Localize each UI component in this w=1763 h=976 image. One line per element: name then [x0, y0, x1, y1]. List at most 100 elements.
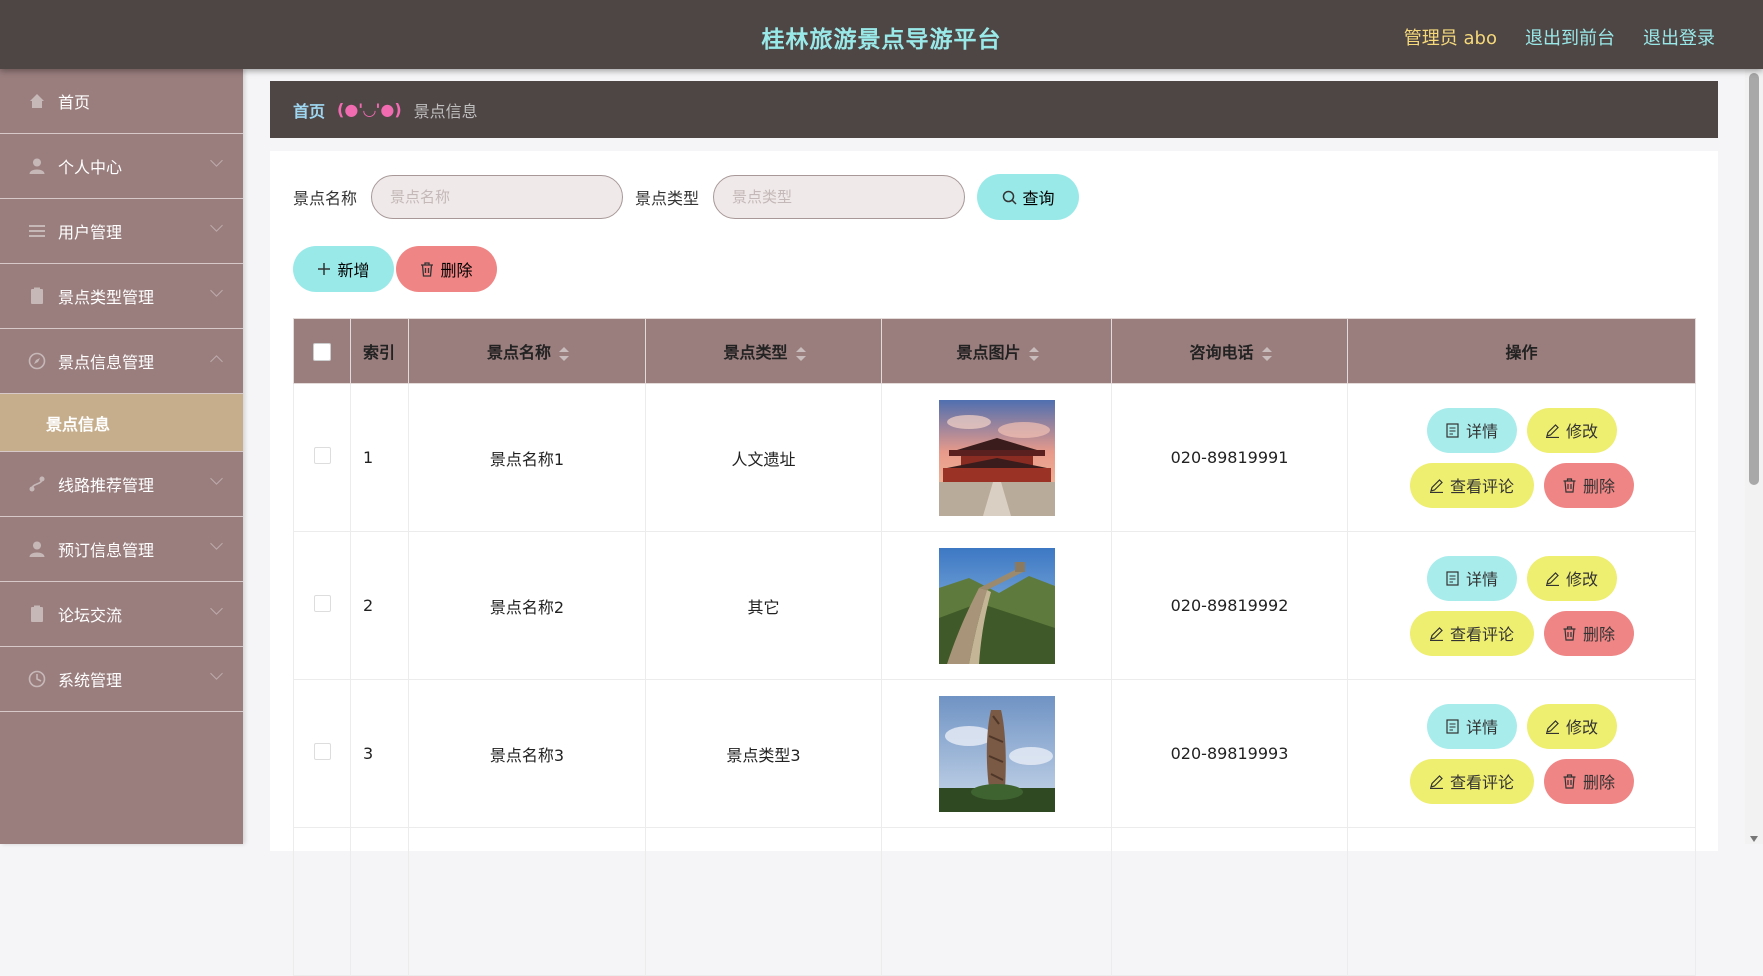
pencil-icon — [1429, 478, 1443, 493]
top-links: 管理员 abo 退出到前台 退出登录 — [1404, 24, 1715, 50]
query-button[interactable]: 查询 — [977, 174, 1080, 220]
edit-button[interactable]: 修改 — [1526, 555, 1617, 601]
row-index: 1 — [350, 383, 409, 532]
sidebar-item-booking-management[interactable]: 预订信息管理 — [0, 517, 243, 582]
sidebar-item-label: 景点信息管理 — [58, 353, 155, 372]
table-row: 2 景点名称2 其它 020-89819992 详情 修改 查看评论 删除 — [293, 531, 1696, 680]
breadcrumb-home[interactable]: 首页 — [293, 98, 325, 122]
sidebar-item-label: 预订信息管理 — [58, 541, 155, 560]
select-all-checkbox[interactable] — [313, 342, 331, 361]
compass-icon — [28, 352, 46, 370]
view-comments-button[interactable]: 查看评论 — [1409, 462, 1534, 508]
row-phone: 020-89819993 — [1111, 679, 1348, 828]
palace-photo — [938, 399, 1055, 516]
header-operations: 操作 — [1347, 318, 1696, 384]
row-select-cell — [293, 679, 351, 828]
stone-pillar-photo — [938, 695, 1055, 812]
sidebar-item-label: 景点类型管理 — [58, 288, 155, 307]
add-button-label: 新增 — [337, 263, 370, 280]
view-comments-label: 查看评论 — [1449, 479, 1514, 496]
table-row: 1 景点名称1 人文遗址 020-89819991 详情 修改 查看评论 删除 — [293, 383, 1696, 532]
edit-label: 修改 — [1565, 572, 1598, 589]
sort-icon[interactable] — [559, 346, 569, 361]
breadcrumb-separator-emoticon: (●'◡'●) — [337, 100, 402, 119]
sidebar-item-forum[interactable]: 论坛交流 — [0, 582, 243, 647]
trash-icon — [1563, 625, 1576, 641]
edit-label: 修改 — [1565, 424, 1598, 441]
sidebar: 首页 个人中心 用户管理 景点类型管理 景点信息管理 景点信息 线路推荐管理 预… — [0, 69, 243, 844]
row-scenic-name: 景点名称1 — [408, 383, 646, 532]
header-label: 咨询电话 — [1189, 343, 1254, 362]
sort-icon[interactable] — [795, 346, 806, 361]
view-comments-label: 查看评论 — [1449, 627, 1514, 644]
row-scenic-type: 其它 — [645, 531, 882, 680]
row-image-cell — [881, 383, 1112, 532]
sidebar-item-route-recommend-management[interactable]: 线路推荐管理 — [0, 452, 243, 517]
chevron-down-icon — [210, 154, 223, 167]
back-to-front-link[interactable]: 退出到前台 — [1525, 24, 1615, 50]
logout-link[interactable]: 退出登录 — [1643, 24, 1715, 50]
table-header-row: 索引 景点名称 景点类型 景点图片 咨询电话 操作 — [293, 318, 1696, 384]
sidebar-item-label: 线路推荐管理 — [58, 476, 155, 495]
row-operations-cell — [1347, 827, 1696, 976]
sidebar-subitem-scenic-info[interactable]: 景点信息 — [0, 394, 243, 452]
delete-button[interactable]: 删除 — [1543, 610, 1634, 656]
query-button-label: 查询 — [1022, 191, 1055, 208]
chevron-down-icon — [210, 284, 223, 297]
row-scenic-type — [645, 827, 882, 976]
scroll-down-arrow-icon[interactable] — [1750, 836, 1758, 842]
table-row: 3 景点名称3 景点类型3 020-89819993 详情 修改 查看评论 删除 — [293, 679, 1696, 828]
detail-button[interactable]: 详情 — [1426, 555, 1517, 601]
header-label: 景点类型 — [723, 343, 788, 362]
search-form: 景点名称 景点类型 查询 — [293, 174, 1080, 220]
add-button[interactable]: 新增 — [293, 246, 394, 292]
row-checkbox[interactable] — [313, 743, 331, 760]
sidebar-item-scenic-type-management[interactable]: 景点类型管理 — [0, 264, 243, 329]
sidebar-item-scenic-info-management[interactable]: 景点信息管理 — [0, 329, 243, 394]
sort-icon[interactable] — [1261, 346, 1272, 361]
row-index: 2 — [350, 531, 409, 680]
detail-label: 详情 — [1465, 720, 1498, 737]
row-scenic-name: 景点名称3 — [408, 679, 646, 828]
scenic-name-label: 景点名称 — [293, 189, 358, 208]
scenic-name-input[interactable] — [371, 175, 624, 219]
view-comments-button[interactable]: 查看评论 — [1409, 758, 1534, 804]
sidebar-item-system-management[interactable]: 系统管理 — [0, 647, 243, 712]
row-scenic-type: 人文遗址 — [645, 383, 882, 532]
admin-user-label: 管理员 abo — [1403, 28, 1497, 49]
delete-label: 删除 — [1582, 775, 1615, 792]
row-checkbox[interactable] — [313, 595, 331, 612]
search-icon — [1002, 190, 1017, 205]
delete-button[interactable]: 删除 — [1543, 462, 1634, 508]
sidebar-item-personal-center[interactable]: 个人中心 — [0, 134, 243, 199]
edit-button[interactable]: 修改 — [1526, 407, 1617, 453]
header-label: 景点图片 — [956, 343, 1021, 362]
scrollbar-thumb[interactable] — [1749, 73, 1759, 485]
header-scenic-name[interactable]: 景点名称 — [408, 318, 646, 384]
delete-button[interactable]: 删除 — [1543, 758, 1634, 804]
sort-icon[interactable] — [1028, 346, 1039, 361]
header-index: 索引 — [350, 318, 409, 384]
row-phone: 020-89819991 — [1111, 383, 1348, 532]
sidebar-item-user-management[interactable]: 用户管理 — [0, 199, 243, 264]
view-comments-button[interactable]: 查看评论 — [1409, 610, 1534, 656]
delete-label: 删除 — [1582, 627, 1615, 644]
header-scenic-type[interactable]: 景点类型 — [645, 318, 882, 384]
detail-label: 详情 — [1465, 572, 1498, 589]
sidebar-item-label: 系统管理 — [58, 671, 123, 690]
scenic-type-input[interactable] — [713, 175, 966, 219]
row-select-cell — [293, 827, 351, 976]
pencil-icon — [1429, 626, 1443, 641]
row-checkbox[interactable] — [313, 447, 331, 464]
page-scrollbar[interactable] — [1745, 69, 1763, 844]
header-phone[interactable]: 咨询电话 — [1111, 318, 1348, 384]
detail-button[interactable]: 详情 — [1426, 703, 1517, 749]
action-buttons: 新增 删除 — [293, 246, 497, 292]
header-scenic-image[interactable]: 景点图片 — [881, 318, 1112, 384]
sidebar-item-home[interactable]: 首页 — [0, 69, 243, 134]
content-panel: 景点名称 景点类型 查询 新增 删除 — [270, 151, 1718, 976]
edit-button[interactable]: 修改 — [1526, 703, 1617, 749]
batch-delete-button[interactable]: 删除 — [396, 246, 497, 292]
detail-button[interactable]: 详情 — [1426, 407, 1517, 453]
clipboard-icon — [28, 605, 46, 623]
